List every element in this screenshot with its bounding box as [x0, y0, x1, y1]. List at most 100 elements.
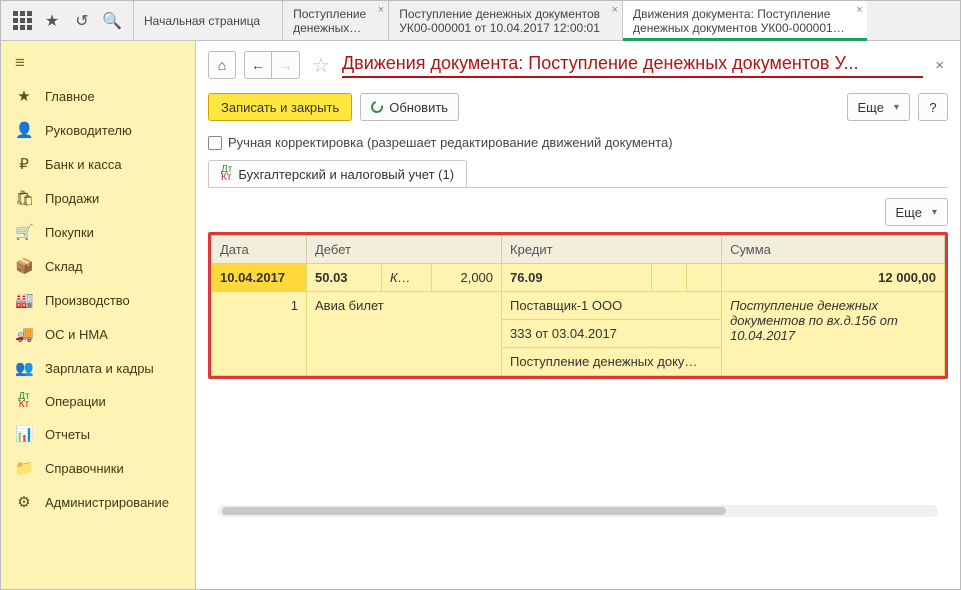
close-icon[interactable]: × [931, 57, 948, 74]
button-label: Еще [896, 205, 922, 220]
main-panel: ⌂ ← → ☆ Движения документа: Поступление … [196, 41, 960, 589]
favorite-icon[interactable]: ★ [37, 6, 67, 36]
tab-movements[interactable]: Движения документа: Поступление денежных… [622, 1, 867, 40]
col-sum[interactable]: Сумма [722, 236, 945, 264]
tab-label: Бухгалтерский и налоговый учет (1) [238, 167, 454, 182]
table-row[interactable]: 1 Авиа билет Поставщик-1 ООО Поступление… [212, 292, 945, 320]
nav-label: Зарплата и кадры [45, 361, 154, 376]
forward-button[interactable]: → [272, 51, 300, 79]
nav-catalogs[interactable]: 📁 Справочники [1, 451, 195, 485]
cell-credit-acct: 76.09 [502, 264, 652, 292]
chart-icon: 📊 [15, 425, 33, 443]
truck-icon: 🚚 [15, 325, 33, 343]
folder-icon: 📁 [15, 459, 33, 477]
nav-assets[interactable]: 🚚 ОС и НМА [1, 317, 195, 351]
cell-debit-text: Авиа билет [307, 292, 502, 376]
close-icon[interactable]: × [856, 4, 862, 16]
help-button[interactable]: ? [918, 93, 948, 121]
nav-label: Покупки [45, 225, 94, 240]
tab-receipt-doc[interactable]: Поступление денежных документов УК00-000… [388, 1, 622, 40]
apps-icon[interactable] [7, 6, 37, 36]
col-date[interactable]: Дата [212, 236, 307, 264]
top-tabs-bar: ★ ↺ 🔍 Начальная страница Поступление ден… [1, 1, 960, 41]
nav-manager[interactable]: 👤 Руководителю [1, 113, 195, 147]
cell-debit-acct: 50.03 [307, 264, 382, 292]
ruble-icon: ₽ [15, 155, 33, 173]
nav-label: Руководителю [45, 123, 132, 138]
cell-debit-qty: 2,000 [432, 264, 502, 292]
nav-label: Администрирование [45, 495, 169, 510]
refresh-icon [369, 99, 385, 115]
nav-bank[interactable]: ₽ Банк и касса [1, 147, 195, 181]
nav-label: Склад [45, 259, 83, 274]
col-credit[interactable]: Кредит [502, 236, 722, 264]
favorite-star-icon[interactable]: ☆ [308, 53, 334, 78]
nav-label: Продажи [45, 191, 99, 206]
nav-label: Справочники [45, 461, 124, 476]
tab-accounting[interactable]: ДтКт Бухгалтерский и налоговый учет (1) [208, 160, 467, 187]
factory-icon: 🏭 [15, 291, 33, 309]
movements-table-wrap: Дата Дебет Кредит Сумма 10.04.2017 50.03… [208, 232, 948, 379]
nav-production[interactable]: 🏭 Производство [1, 283, 195, 317]
tab-sublabel: денежных… [293, 21, 366, 35]
table-header-row: Дата Дебет Кредит Сумма [212, 236, 945, 264]
nav-main[interactable]: ★Главное [1, 79, 195, 113]
tab-label: Поступление [293, 7, 366, 21]
menu-icon[interactable]: ≡ [1, 47, 195, 79]
history-icon[interactable]: ↺ [67, 6, 97, 36]
nav-operations[interactable]: ДтКт Операции [1, 385, 195, 417]
movements-table: Дата Дебет Кредит Сумма 10.04.2017 50.03… [211, 235, 945, 376]
page-title: Движения документа: Поступление денежных… [342, 53, 923, 78]
close-icon[interactable]: × [612, 4, 618, 16]
col-debit[interactable]: Дебет [307, 236, 502, 264]
nav-label: Главное [45, 89, 95, 104]
people-icon: 👥 [15, 359, 33, 377]
h-scrollbar[interactable] [218, 505, 938, 517]
cell-credit-3: Поступление денежных доку… [502, 348, 722, 376]
section-tabs: ДтКт Бухгалтерский и налоговый учет (1) [208, 160, 948, 188]
nav-reports[interactable]: 📊 Отчеты [1, 417, 195, 451]
nav-label: ОС и НМА [45, 327, 108, 342]
top-toolbar: ★ ↺ 🔍 [1, 1, 133, 40]
tab-label: Начальная страница [144, 14, 260, 28]
nav-label: Операции [45, 394, 106, 409]
nav-admin[interactable]: ⚙Администрирование [1, 485, 195, 519]
nav-sales[interactable]: 🛍Продажи [1, 181, 195, 215]
close-icon[interactable]: × [378, 4, 384, 16]
nav-payroll[interactable]: 👥 Зарплата и кадры [1, 351, 195, 385]
nav-label: Отчеты [45, 427, 90, 442]
tab-home[interactable]: Начальная страница [133, 1, 282, 40]
person-icon: 👤 [15, 121, 33, 139]
button-label: Обновить [389, 100, 448, 115]
table-row[interactable]: 10.04.2017 50.03 К… 2,000 76.09 12 000,0… [212, 264, 945, 292]
manual-edit-row: Ручная корректировка (разрешает редактир… [208, 135, 948, 150]
cell-row-n: 1 [212, 292, 307, 376]
tab-receipt[interactable]: Поступление денежных… × [282, 1, 388, 40]
more-button-2[interactable]: Еще ▾ [885, 198, 948, 226]
nav-sidebar: ≡ ★Главное 👤 Руководителю ₽ Банк и касса 🛍… [1, 41, 196, 589]
box-icon: 📦 [15, 257, 33, 275]
tab-sublabel: денежных документов УК00-000001… [633, 21, 845, 35]
chevron-down-icon: ▾ [932, 207, 937, 218]
action-toolbar: Записать и закрыть Обновить Еще▾ ? [208, 93, 948, 121]
manual-edit-label: Ручная корректировка (разрешает редактир… [228, 135, 673, 150]
cart-icon: 🛒 [15, 223, 33, 241]
home-button[interactable]: ⌂ [208, 51, 236, 79]
refresh-button[interactable]: Обновить [360, 93, 459, 121]
nav-label: Банк и касса [45, 157, 122, 172]
dtkt-icon: ДтКт [221, 166, 232, 182]
nav-label: Производство [45, 293, 130, 308]
page-header: ⌂ ← → ☆ Движения документа: Поступление … [208, 51, 948, 79]
dtkt-icon: ДтКт [15, 393, 33, 409]
cell-credit-1: Поставщик-1 ООО [502, 292, 722, 320]
back-button[interactable]: ← [244, 51, 272, 79]
save-close-button[interactable]: Записать и закрыть [208, 93, 352, 121]
manual-edit-checkbox[interactable] [208, 136, 222, 150]
cell-sum: 12 000,00 [722, 264, 945, 292]
cell-credit-2: 333 от 03.04.2017 [502, 320, 722, 348]
nav-warehouse[interactable]: 📦 Склад [1, 249, 195, 283]
search-icon[interactable]: 🔍 [97, 6, 127, 36]
nav-purchases[interactable]: 🛒 Покупки [1, 215, 195, 249]
tab-label: Поступление денежных документов [399, 7, 600, 21]
more-button[interactable]: Еще▾ [847, 93, 910, 121]
